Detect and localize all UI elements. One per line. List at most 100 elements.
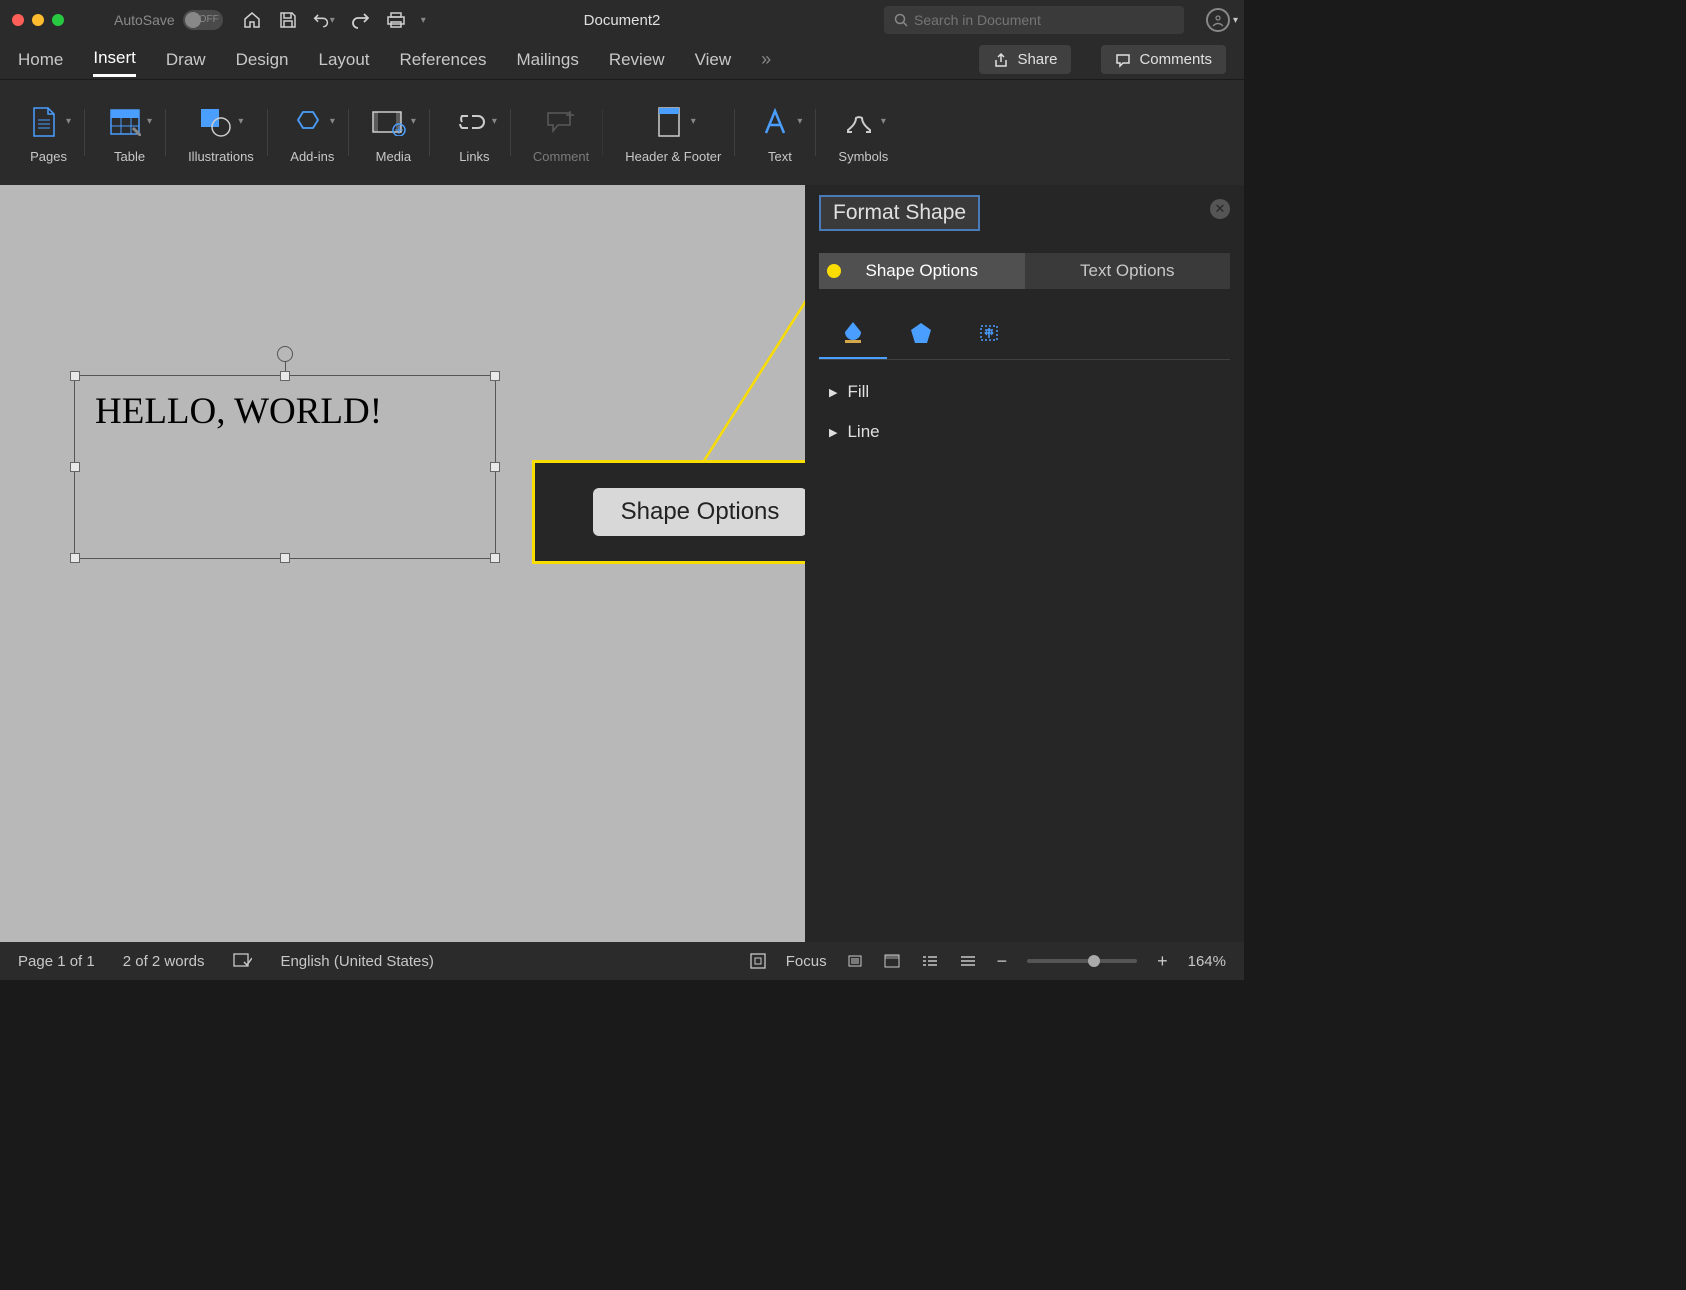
main-area: HELLO, WORLD! Shape Options Format Shape… bbox=[0, 185, 1244, 942]
title-bar: AutoSave OFF ▾ ▾ Document2 ▾ bbox=[0, 0, 1244, 40]
tab-mailings[interactable]: Mailings bbox=[516, 44, 578, 76]
toggle-switch[interactable]: OFF bbox=[183, 10, 223, 30]
section-line[interactable]: ▶Line bbox=[805, 412, 1244, 452]
size-properties-icon[interactable] bbox=[955, 307, 1023, 359]
resize-handle-se[interactable] bbox=[490, 553, 500, 563]
resize-handle-sw[interactable] bbox=[70, 553, 80, 563]
quick-access-toolbar: ▾ ▾ bbox=[241, 9, 426, 31]
close-window-button[interactable] bbox=[12, 14, 24, 26]
tab-draw[interactable]: Draw bbox=[166, 44, 206, 76]
fill-line-icon[interactable] bbox=[819, 307, 887, 359]
panel-tab-text-options[interactable]: Text Options bbox=[1025, 253, 1231, 289]
resize-handle-s[interactable] bbox=[280, 553, 290, 563]
autosave-toggle[interactable]: AutoSave OFF bbox=[114, 10, 223, 30]
callout-marker bbox=[827, 264, 841, 278]
tab-layout[interactable]: Layout bbox=[318, 44, 369, 76]
home-icon[interactable] bbox=[241, 9, 263, 31]
language-indicator[interactable]: English (United States) bbox=[280, 953, 433, 970]
web-layout-icon[interactable] bbox=[921, 953, 939, 969]
minimize-window-button[interactable] bbox=[32, 14, 44, 26]
symbols-icon bbox=[841, 104, 877, 140]
spellcheck-icon[interactable] bbox=[232, 952, 252, 970]
resize-handle-e[interactable] bbox=[490, 462, 500, 472]
ribbon-group-addins[interactable]: ▾ Add-ins bbox=[276, 101, 349, 165]
search-field[interactable] bbox=[884, 6, 1184, 34]
text-icon bbox=[757, 104, 793, 140]
document-canvas[interactable]: HELLO, WORLD! Shape Options bbox=[0, 185, 805, 942]
resize-handle-n[interactable] bbox=[280, 371, 290, 381]
tab-insert[interactable]: Insert bbox=[93, 42, 136, 77]
zoom-slider-thumb[interactable] bbox=[1088, 955, 1100, 967]
ribbon-group-comment[interactable]: Comment bbox=[519, 101, 603, 165]
print-layout-icon[interactable] bbox=[883, 953, 901, 969]
panel-title: Format Shape bbox=[819, 195, 980, 231]
ribbon-group-text[interactable]: ▾ Text bbox=[743, 101, 816, 165]
header-footer-icon bbox=[651, 104, 687, 140]
autosave-label: AutoSave bbox=[114, 12, 175, 28]
ribbon-group-media[interactable]: ▾ Media bbox=[357, 101, 430, 165]
ribbon-group-header-footer[interactable]: ▾ Header & Footer bbox=[611, 101, 735, 165]
tab-review[interactable]: Review bbox=[609, 44, 665, 76]
status-bar: Page 1 of 1 2 of 2 words English (United… bbox=[0, 942, 1244, 980]
ribbon-group-links[interactable]: ▾ Links bbox=[438, 101, 511, 165]
maximize-window-button[interactable] bbox=[52, 14, 64, 26]
resize-handle-nw[interactable] bbox=[70, 371, 80, 381]
comments-button[interactable]: Comments bbox=[1101, 45, 1226, 74]
zoom-in-button[interactable]: + bbox=[1157, 951, 1168, 972]
chevron-right-icon: ▶ bbox=[829, 386, 837, 399]
table-icon bbox=[107, 104, 143, 140]
tab-view[interactable]: View bbox=[695, 44, 732, 76]
tab-references[interactable]: References bbox=[400, 44, 487, 76]
ribbon-group-table[interactable]: ▾ Table bbox=[93, 101, 166, 165]
share-button[interactable]: Share bbox=[979, 45, 1071, 74]
shapes-icon bbox=[198, 104, 234, 140]
zoom-level[interactable]: 164% bbox=[1188, 953, 1226, 970]
resize-handle-w[interactable] bbox=[70, 462, 80, 472]
comment-icon bbox=[1115, 52, 1131, 68]
resize-handle-ne[interactable] bbox=[490, 371, 500, 381]
section-fill[interactable]: ▶Fill bbox=[805, 372, 1244, 412]
format-shape-panel: Format Shape ✕ Shape Options Text Option… bbox=[805, 185, 1244, 942]
print-icon[interactable] bbox=[385, 9, 407, 31]
ribbon: ▾ Pages ▾ Table ▾ Illustrations ▾ Add-in… bbox=[0, 80, 1244, 185]
focus-mode-icon[interactable] bbox=[750, 953, 766, 969]
panel-tabs: Shape Options Text Options bbox=[819, 253, 1230, 289]
chevron-right-icon: ▶ bbox=[829, 426, 837, 439]
focus-label[interactable]: Focus bbox=[786, 953, 827, 970]
search-input[interactable] bbox=[914, 12, 1174, 28]
undo-icon[interactable]: ▾ bbox=[313, 9, 335, 31]
zoom-out-button[interactable]: − bbox=[997, 951, 1008, 972]
links-icon bbox=[452, 104, 488, 140]
tab-overflow-icon[interactable]: » bbox=[761, 49, 771, 70]
outline-view-icon[interactable] bbox=[959, 953, 977, 969]
qa-more-icon[interactable]: ▾ bbox=[421, 15, 426, 26]
save-icon[interactable] bbox=[277, 9, 299, 31]
ribbon-group-symbols[interactable]: ▾ Symbols bbox=[824, 101, 902, 165]
addins-icon bbox=[290, 104, 326, 140]
textbox-content[interactable]: HELLO, WORLD! bbox=[75, 376, 495, 447]
page-indicator[interactable]: Page 1 of 1 bbox=[18, 953, 95, 970]
new-comment-icon bbox=[543, 104, 579, 140]
panel-category-icons bbox=[819, 307, 1230, 360]
panel-tab-shape-options[interactable]: Shape Options bbox=[819, 253, 1025, 289]
ribbon-group-pages[interactable]: ▾ Pages bbox=[12, 101, 85, 165]
effects-icon[interactable] bbox=[887, 307, 955, 359]
document-title: Document2 bbox=[584, 12, 661, 29]
window-controls bbox=[12, 14, 64, 26]
share-icon bbox=[993, 52, 1009, 68]
close-panel-button[interactable]: ✕ bbox=[1210, 199, 1230, 219]
rotate-handle[interactable] bbox=[277, 346, 293, 362]
selected-textbox[interactable]: HELLO, WORLD! bbox=[74, 375, 496, 559]
media-icon bbox=[371, 104, 407, 140]
search-icon bbox=[894, 13, 908, 27]
zoom-slider[interactable] bbox=[1027, 959, 1137, 963]
word-count[interactable]: 2 of 2 words bbox=[123, 953, 205, 970]
ribbon-group-illustrations[interactable]: ▾ Illustrations bbox=[174, 101, 268, 165]
redo-icon[interactable] bbox=[349, 9, 371, 31]
user-account-icon[interactable]: ▾ bbox=[1206, 8, 1230, 32]
read-mode-icon[interactable] bbox=[847, 953, 863, 969]
tab-home[interactable]: Home bbox=[18, 44, 63, 76]
tab-design[interactable]: Design bbox=[236, 44, 289, 76]
ribbon-tabs: Home Insert Draw Design Layout Reference… bbox=[0, 40, 1244, 80]
callout-label: Shape Options bbox=[593, 488, 808, 536]
